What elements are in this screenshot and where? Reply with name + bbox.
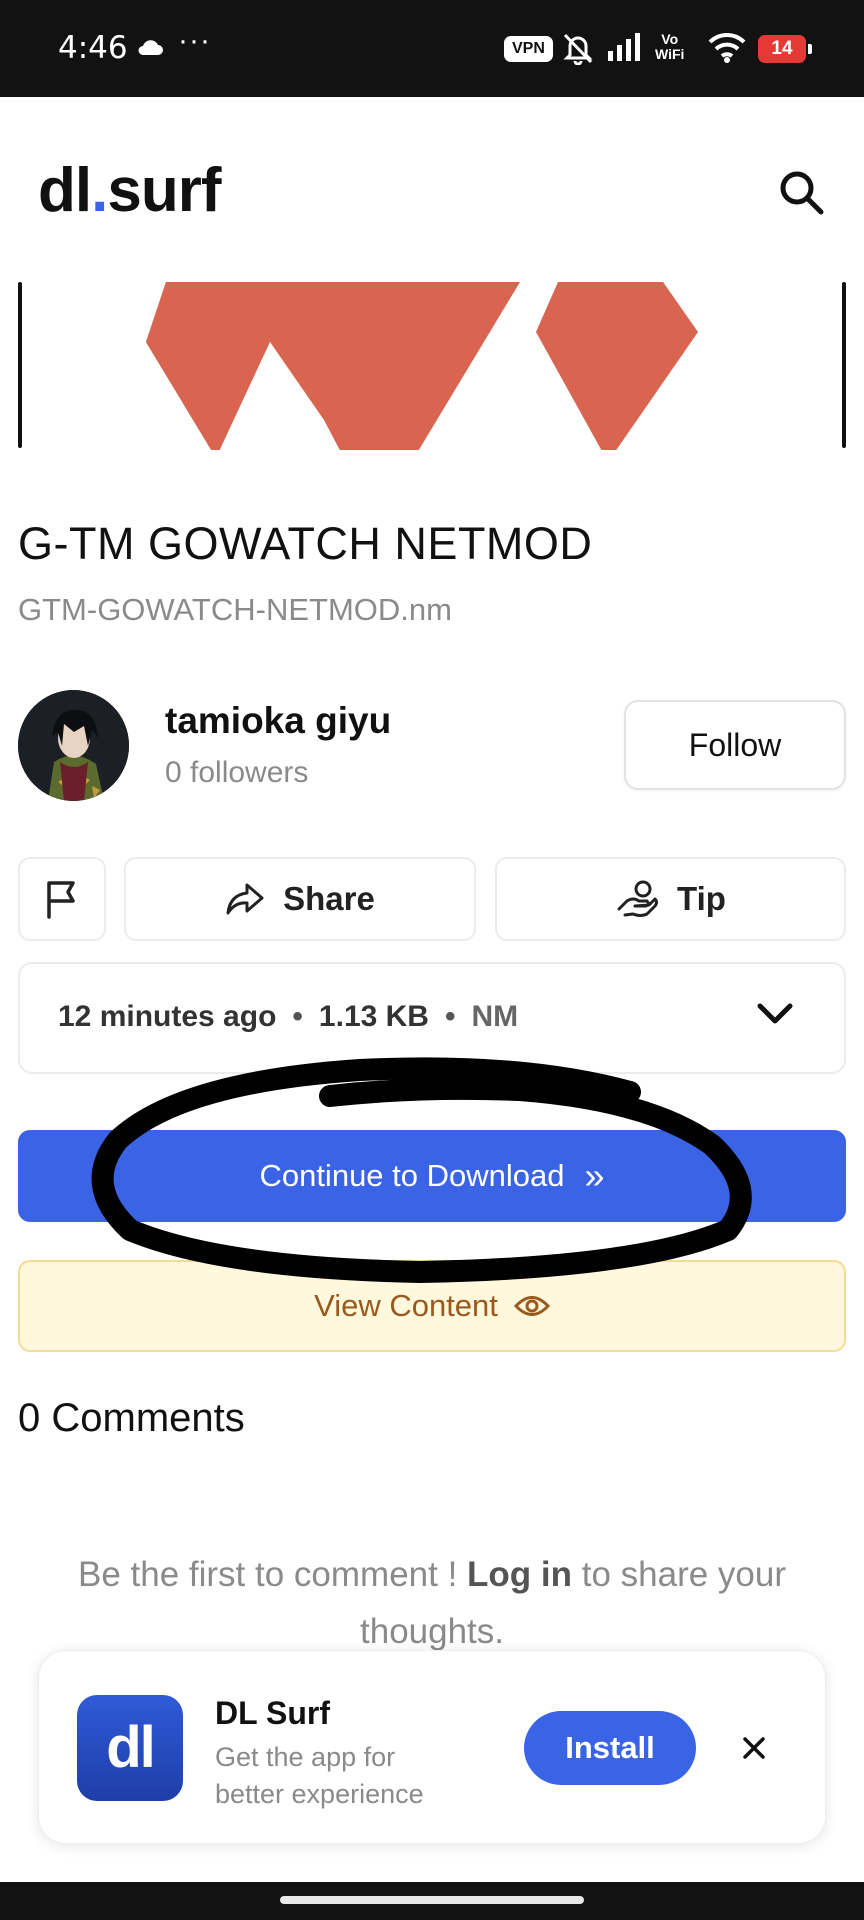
report-button[interactable] <box>18 857 106 941</box>
file-title: G-TM GOWATCH NETMOD <box>18 518 593 569</box>
meta-separator: • <box>444 1000 456 1033</box>
home-indicator[interactable] <box>280 1896 584 1904</box>
site-header: dl.surf <box>0 97 864 277</box>
empty-comments-message: Be the first to comment ! Log in to shar… <box>40 1546 824 1660</box>
install-button[interactable]: Install <box>524 1711 696 1785</box>
eye-icon <box>513 1296 550 1316</box>
tip-button[interactable]: Tip <box>495 857 846 941</box>
share-icon <box>226 883 264 915</box>
site-logo[interactable]: dl.surf <box>38 155 221 226</box>
preview-logo-graphic <box>146 282 698 450</box>
status-time: 4:46 <box>58 30 128 66</box>
chevron-down-icon[interactable] <box>756 1002 794 1026</box>
double-chevron-right-icon: » <box>584 1155 605 1196</box>
signal-icon <box>606 31 642 68</box>
bell-muted-icon <box>560 31 596 70</box>
cloud-icon <box>136 38 164 61</box>
comments-heading: 0 Comments <box>18 1396 245 1440</box>
follow-button[interactable]: Follow <box>624 700 846 790</box>
status-overflow-dots: ··· <box>178 24 211 57</box>
share-button[interactable]: Share <box>124 857 476 941</box>
app-icon: dl <box>77 1695 183 1801</box>
close-banner-button[interactable] <box>737 1731 771 1765</box>
vpn-badge: VPN <box>504 36 553 62</box>
download-label: Continue to Download <box>259 1158 565 1193</box>
file-preview <box>18 282 846 450</box>
vowifi-indicator: Vo WiFi <box>655 32 684 62</box>
file-meta: 12 minutes ago • 1.13 KB • NM <box>58 1000 518 1034</box>
view-content-label: View Content <box>314 1288 498 1323</box>
file-details-row[interactable]: 12 minutes ago • 1.13 KB • NM <box>18 962 846 1074</box>
file-name: GTM-GOWATCH-NETMOD.nm <box>18 592 452 627</box>
logo-right: surf <box>107 156 221 225</box>
flag-icon <box>47 881 75 919</box>
logo-dot: . <box>91 156 108 225</box>
share-label: Share <box>283 880 375 917</box>
vowifi-bottom: WiFi <box>655 46 685 62</box>
continue-download-button[interactable]: Continue to Download » <box>18 1130 846 1222</box>
login-link[interactable]: Log in <box>467 1555 572 1594</box>
wifi-icon <box>708 31 746 68</box>
app-description: Get the app for better experience <box>215 1742 424 1809</box>
app-install-banner: dl DL Surf Get the app for better experi… <box>38 1650 826 1844</box>
vowifi-top: Vo <box>661 31 679 47</box>
avatar[interactable] <box>18 690 129 801</box>
author-name[interactable]: tamioka giyu <box>165 700 391 742</box>
logo-left: dl <box>38 156 92 225</box>
system-navigation-bar <box>0 1882 864 1920</box>
file-size: 1.13 KB <box>318 1000 429 1033</box>
meta-separator: • <box>292 1000 303 1033</box>
upload-time: 12 minutes ago <box>58 1000 277 1033</box>
app-name: DL Surf <box>215 1695 330 1731</box>
search-button[interactable] <box>776 167 826 217</box>
close-icon <box>743 1737 765 1759</box>
search-icon <box>780 171 824 215</box>
view-content-button[interactable]: View Content <box>18 1260 846 1352</box>
tip-icon <box>617 880 659 917</box>
status-bar: 4:46 ··· VPN Vo WiFi 14 <box>0 0 864 97</box>
author-followers: 0 followers <box>165 756 309 789</box>
empty-comments-prefix: Be the first to comment ! <box>77 1555 468 1594</box>
tip-label: Tip <box>677 880 726 917</box>
battery-indicator: 14 <box>758 35 812 63</box>
file-extension: NM <box>471 1000 519 1033</box>
